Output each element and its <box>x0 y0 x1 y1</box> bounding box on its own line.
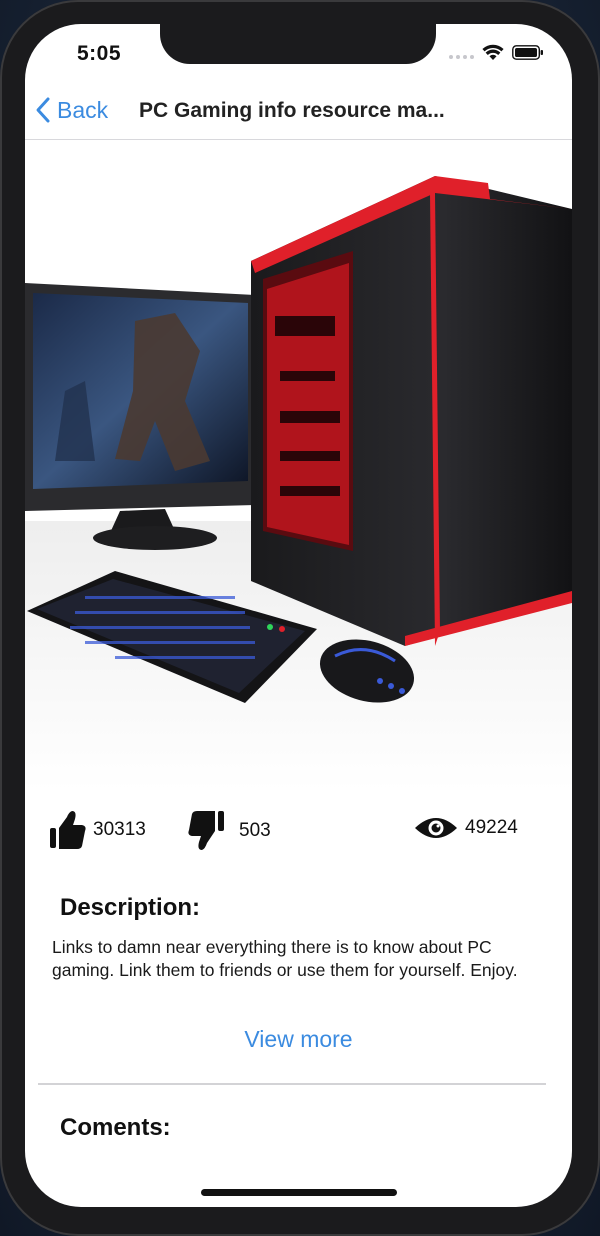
eye-icon <box>415 818 457 838</box>
home-indicator[interactable] <box>201 1189 397 1196</box>
comments-heading: Coments: <box>60 1114 171 1141</box>
description-text: Links to damn near everything there is t… <box>52 937 518 980</box>
views-stat: 49224 <box>413 814 518 842</box>
thumbs-down-icon <box>188 811 224 850</box>
stats-row: 30313 503 49224 <box>25 809 572 859</box>
back-label: Back <box>57 96 109 123</box>
pc-case <box>251 176 572 646</box>
views-count: 49224 <box>465 817 518 838</box>
battery-icon <box>512 45 543 60</box>
dislikes-count: 503 <box>239 820 271 841</box>
app-screen: 5:05 Back PC Gaming info resource ma... … <box>25 24 572 1207</box>
back-button[interactable]: Back <box>35 96 108 124</box>
monitor <box>25 283 255 550</box>
view-more-link[interactable]: View more <box>25 1026 572 1053</box>
dislike-stat[interactable]: 503 <box>187 809 271 853</box>
status-time: 5:05 <box>77 42 122 65</box>
thumbs-up-icon <box>50 811 86 849</box>
wifi-icon <box>482 44 504 60</box>
status-icons <box>449 44 544 61</box>
page-title: PC Gaming info resource ma... <box>139 99 445 122</box>
hero-image <box>25 141 572 791</box>
gaming-pc-illustration <box>25 176 572 791</box>
divider <box>38 1083 546 1085</box>
chevron-left-icon <box>36 97 50 123</box>
navigation-bar: Back PC Gaming info resource ma... <box>25 90 572 140</box>
likes-count: 30313 <box>93 819 146 840</box>
device-notch <box>160 24 436 64</box>
phone-frame: 5:05 Back PC Gaming info resource ma... … <box>0 0 600 1236</box>
like-stat[interactable]: 30313 <box>49 809 146 851</box>
description-heading: Description: <box>60 894 201 921</box>
cellular-signal-icon <box>449 54 474 59</box>
